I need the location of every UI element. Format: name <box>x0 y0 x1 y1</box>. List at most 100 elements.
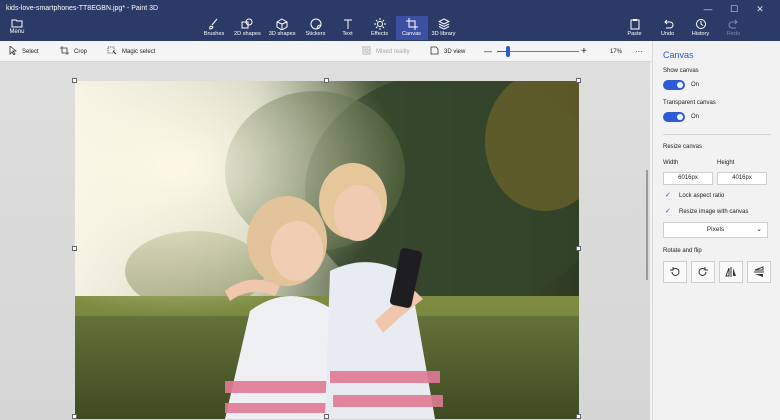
history-icon <box>688 18 713 31</box>
resize-image-label: Resize image with canvas <box>679 209 749 215</box>
maximize-icon: ☐ <box>729 4 739 14</box>
lock-aspect-label: Lock aspect ratio <box>679 193 725 199</box>
magic-select-icon <box>107 46 117 57</box>
redo-button[interactable]: Redo <box>717 16 750 40</box>
mixed-reality-label: Mixed reality <box>376 48 410 55</box>
resize-image-checkbox[interactable]: ✓ <box>665 207 671 215</box>
tool-2d-shapes[interactable]: 2D shapes <box>230 16 265 40</box>
canvas-image[interactable] <box>75 81 579 419</box>
maximize-button[interactable]: ☐ <box>722 2 746 16</box>
units-dropdown[interactable]: Pixels ⌄ <box>663 222 768 238</box>
tool-effects[interactable]: Effects <box>364 16 396 40</box>
height-field[interactable]: 4016px <box>717 172 767 185</box>
resize-handle-left[interactable] <box>72 246 77 251</box>
3d-library-icon <box>432 18 456 31</box>
resize-handle-bottom[interactable] <box>324 414 329 419</box>
workspace <box>0 62 650 420</box>
tool-3d-library[interactable]: 3D library <box>428 16 460 40</box>
resize-handle-bottom-left[interactable] <box>72 414 77 419</box>
lock-aspect-checkbox[interactable]: ✓ <box>665 191 671 199</box>
3d-view-label: 3D view <box>444 48 466 55</box>
menu-button[interactable]: Menu <box>6 18 28 38</box>
paste-label: Paste <box>627 31 642 37</box>
magic-select-button[interactable]: Magic select <box>107 41 155 62</box>
history-button[interactable]: History <box>684 16 717 40</box>
flip-vertical-icon <box>725 267 736 277</box>
units-selected: Pixels <box>706 226 725 233</box>
chevron-down-icon: ⌄ <box>756 226 762 233</box>
flip-horizontal-button[interactable] <box>747 261 771 283</box>
folder-icon <box>6 18 28 29</box>
divider <box>663 134 771 135</box>
tool-label: 3D library <box>431 31 456 37</box>
zoom-out-button[interactable]: — <box>484 41 492 62</box>
plus-icon: + <box>581 46 587 57</box>
crop-button[interactable]: Crop <box>60 41 87 62</box>
close-icon: ✕ <box>756 4 764 14</box>
minus-icon: — <box>484 47 492 56</box>
flip-vertical-button[interactable] <box>719 261 743 283</box>
ribbon: kids-love-smartphones-TT8EGBN.jpg* - Pai… <box>0 0 780 41</box>
show-canvas-toggle[interactable] <box>663 80 685 90</box>
tool-text[interactable]: Text <box>332 16 364 40</box>
select-label: Select <box>22 48 39 55</box>
undo-icon <box>655 18 680 31</box>
transparent-canvas-label: Transparent canvas <box>663 100 716 106</box>
resize-handle-bottom-right[interactable] <box>576 414 581 419</box>
more-options-button[interactable]: ··· <box>635 41 643 62</box>
tool-3d-shapes[interactable]: 3D shapes <box>265 16 300 40</box>
paste-button[interactable]: Paste <box>618 16 651 40</box>
zoom-percent-value: 17% <box>610 48 623 55</box>
mixed-reality-button[interactable]: Mixed reality <box>362 41 410 62</box>
resize-handle-top-right[interactable] <box>576 78 581 83</box>
toggle-knob <box>677 114 683 120</box>
rotate-left-button[interactable] <box>663 261 687 283</box>
3d-view-icon <box>430 46 439 57</box>
tool-label: Canvas <box>402 31 421 37</box>
mixed-reality-icon <box>362 46 371 57</box>
show-canvas-state: On <box>691 82 700 88</box>
panel-title: Canvas <box>663 50 694 60</box>
history-label: History <box>691 31 710 37</box>
transparent-canvas-toggle[interactable] <box>663 112 685 122</box>
resize-canvas-label: Resize canvas <box>663 144 703 150</box>
width-field[interactable]: 6016px <box>663 172 713 185</box>
select-button[interactable]: Select <box>9 41 39 62</box>
tool-canvas[interactable]: Canvas <box>395 16 428 40</box>
window-title: kids-love-smartphones-TT8EGBN.jpg* - Pai… <box>6 5 159 12</box>
vertical-scrollbar[interactable] <box>646 170 648 280</box>
3d-shapes-icon <box>269 18 296 31</box>
close-button[interactable]: ✕ <box>748 2 772 16</box>
transparent-canvas-state: On <box>691 114 700 120</box>
zoom-slider[interactable] <box>497 46 579 57</box>
zoom-in-button[interactable]: + <box>581 41 587 62</box>
resize-handle-top-left[interactable] <box>72 78 77 83</box>
3d-view-button[interactable]: 3D view <box>430 41 465 62</box>
show-canvas-label: Show canvas <box>663 68 699 74</box>
redo-label: Redo <box>726 31 741 37</box>
resize-handle-right[interactable] <box>576 246 581 251</box>
2d-shapes-icon <box>234 18 261 31</box>
toggle-knob <box>677 82 683 88</box>
tool-brushes[interactable]: Brushes <box>198 16 230 40</box>
rotate-right-button[interactable] <box>691 261 715 283</box>
canvas-icon <box>400 18 424 31</box>
minimize-button[interactable]: — <box>696 2 720 16</box>
tool-stickers[interactable]: Stickers <box>300 16 332 40</box>
menu-label: Menu <box>9 29 25 35</box>
undo-button[interactable]: Undo <box>651 16 684 40</box>
height-label: Height <box>717 160 735 166</box>
paste-icon <box>622 18 647 31</box>
redo-icon <box>721 18 746 31</box>
tool-label: Brushes <box>203 31 225 37</box>
tool-label: 2D shapes <box>234 31 261 37</box>
tool-label: Stickers <box>305 31 326 37</box>
text-icon <box>336 18 360 31</box>
tool-label: Text <box>342 31 353 37</box>
effects-icon <box>368 18 392 31</box>
rotate-left-icon <box>670 267 680 276</box>
crop-icon <box>60 46 69 57</box>
canvas-panel: Canvas Show canvas On Transparent canvas… <box>652 41 780 420</box>
zoom-slider-knob[interactable] <box>505 46 510 57</box>
resize-handle-top[interactable] <box>324 78 329 83</box>
